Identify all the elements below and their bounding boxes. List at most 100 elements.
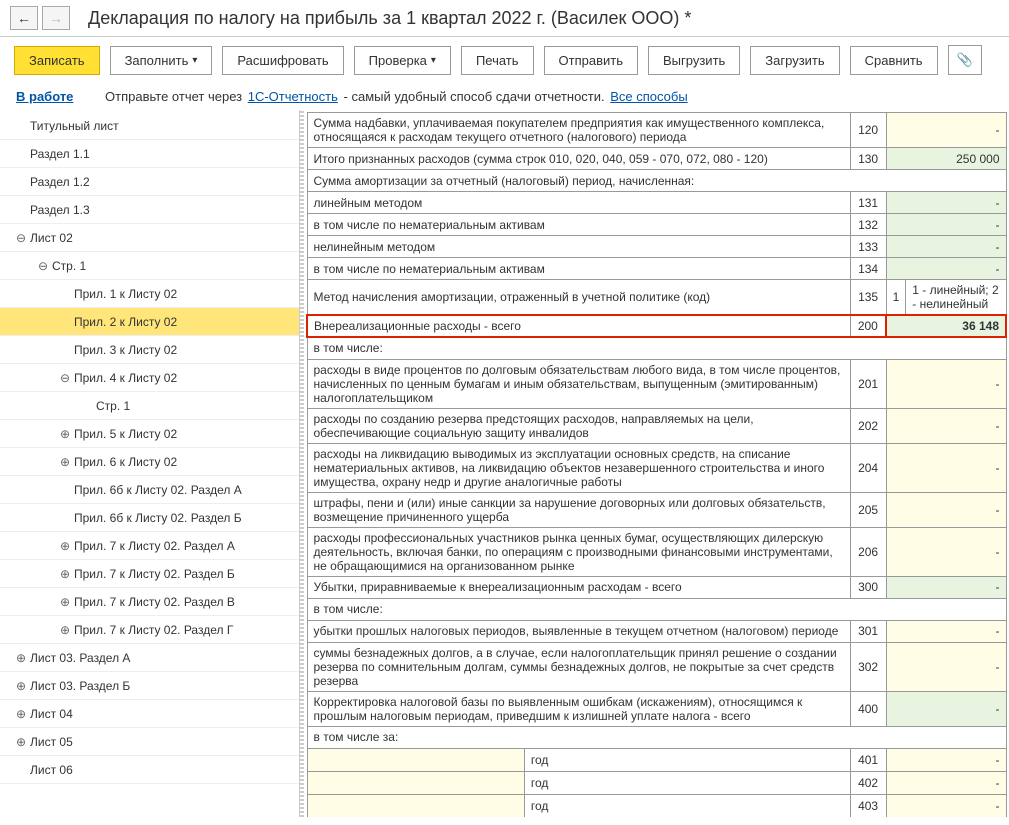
tree-label: Прил. 1 к Листу 02: [74, 287, 177, 301]
tree-item[interactable]: ⊕Лист 05: [0, 728, 299, 756]
oc-link[interactable]: 1С-Отчетность: [248, 89, 338, 104]
row-130-code: 130: [850, 148, 886, 170]
row-403-val[interactable]: -: [886, 794, 1006, 817]
tree-item[interactable]: Раздел 1.1: [0, 140, 299, 168]
row-120-code: 120: [850, 113, 886, 148]
row-130-desc: Итого признанных расходов (сумма строк 0…: [307, 148, 850, 170]
import-button[interactable]: Загрузить: [750, 46, 839, 75]
tree-label: Прил. 2 к Листу 02: [74, 315, 177, 329]
row-301-val[interactable]: -: [886, 620, 1006, 642]
expand-icon[interactable]: ⊕: [14, 707, 28, 721]
expand-icon[interactable]: ⊕: [58, 623, 72, 637]
row-201-val[interactable]: -: [886, 359, 1006, 408]
row-134-desc: в том числе по нематериальным активам: [307, 258, 850, 280]
row-134-val[interactable]: -: [886, 258, 1006, 280]
compare-button[interactable]: Сравнить: [850, 46, 938, 75]
attach-button[interactable]: 📎: [948, 45, 982, 75]
expand-icon[interactable]: ⊕: [58, 539, 72, 553]
tree-item[interactable]: Прил. 3 к Листу 02: [0, 336, 299, 364]
incl2-header: в том числе:: [307, 598, 1006, 620]
tree-item[interactable]: Раздел 1.3: [0, 196, 299, 224]
decode-button[interactable]: Расшифровать: [222, 46, 343, 75]
tree-item[interactable]: Титульный лист: [0, 112, 299, 140]
tree-item[interactable]: ⊕Прил. 5 к Листу 02: [0, 420, 299, 448]
tree-label: Раздел 1.1: [30, 147, 90, 161]
collapse-icon[interactable]: ⊖: [14, 231, 28, 245]
tree-label: Раздел 1.2: [30, 175, 90, 189]
row-135-method[interactable]: 1: [886, 280, 906, 316]
row-401-desc: год: [307, 748, 850, 771]
row-206-val[interactable]: -: [886, 527, 1006, 576]
back-button[interactable]: ←: [10, 6, 38, 30]
tree-item[interactable]: Раздел 1.2: [0, 168, 299, 196]
paperclip-icon: 📎: [957, 52, 973, 68]
tree-label: Раздел 1.3: [30, 203, 90, 217]
tree-item[interactable]: ⊕Прил. 7 к Листу 02. Раздел Г: [0, 616, 299, 644]
tree-item[interactable]: Прил. 2 к Листу 02: [0, 308, 299, 336]
row-401-val[interactable]: -: [886, 748, 1006, 771]
expand-icon[interactable]: ⊕: [14, 651, 28, 665]
tree-item[interactable]: ⊖Стр. 1: [0, 252, 299, 280]
row-402-yearval[interactable]: [308, 772, 525, 794]
row-131-val[interactable]: -: [886, 192, 1006, 214]
tree-item[interactable]: Стр. 1: [0, 392, 299, 420]
row-200-val[interactable]: 36 148: [886, 315, 1006, 337]
expand-icon[interactable]: ⊕: [14, 679, 28, 693]
tree-label: Лист 03. Раздел Б: [30, 679, 130, 693]
row-300-val[interactable]: -: [886, 576, 1006, 598]
tree-item[interactable]: ⊕Лист 04: [0, 700, 299, 728]
row-133-val[interactable]: -: [886, 236, 1006, 258]
row-402-val[interactable]: -: [886, 771, 1006, 794]
tree-item[interactable]: Прил. 6б к Листу 02. Раздел Б: [0, 504, 299, 532]
check-button[interactable]: Проверка▾: [354, 46, 451, 75]
row-204-val[interactable]: -: [886, 443, 1006, 492]
tree-item[interactable]: Прил. 1 к Листу 02: [0, 280, 299, 308]
status-bar: В работе Отправьте отчет через 1С-Отчетн…: [0, 83, 1009, 110]
expand-icon[interactable]: ⊕: [58, 595, 72, 609]
tree-item[interactable]: ⊖Лист 02: [0, 224, 299, 252]
row-132-val[interactable]: -: [886, 214, 1006, 236]
row-401-yearval[interactable]: [308, 749, 525, 771]
collapse-icon[interactable]: ⊖: [58, 371, 72, 385]
row-130-val[interactable]: 250 000: [886, 148, 1006, 170]
tree-label: Прил. 3 к Листу 02: [74, 343, 177, 357]
row-302-val[interactable]: -: [886, 642, 1006, 691]
tree-item[interactable]: ⊕Прил. 7 к Листу 02. Раздел В: [0, 588, 299, 616]
tree-label: Стр. 1: [96, 399, 130, 413]
tree-item[interactable]: ⊕Лист 03. Раздел Б: [0, 672, 299, 700]
row-301-code: 301: [850, 620, 886, 642]
row-403-yearval[interactable]: [308, 795, 525, 817]
row-400-code: 400: [850, 691, 886, 726]
year-label-401: год: [524, 749, 849, 771]
tree-item[interactable]: ⊕Прил. 7 к Листу 02. Раздел А: [0, 532, 299, 560]
row-302-code: 302: [850, 642, 886, 691]
tree-item[interactable]: Лист 06: [0, 756, 299, 784]
tree-item[interactable]: ⊕Прил. 6 к Листу 02: [0, 448, 299, 476]
expand-icon[interactable]: ⊕: [58, 455, 72, 469]
expand-icon[interactable]: ⊕: [14, 735, 28, 749]
collapse-icon[interactable]: ⊖: [36, 259, 50, 273]
forward-button[interactable]: →: [42, 6, 70, 30]
fill-button[interactable]: Заполнить▾: [110, 46, 213, 75]
write-button[interactable]: Записать: [14, 46, 100, 75]
year-label-402: год: [524, 772, 849, 794]
row-400-val[interactable]: -: [886, 691, 1006, 726]
export-button[interactable]: Выгрузить: [648, 46, 740, 75]
row-205-val[interactable]: -: [886, 492, 1006, 527]
all-ways-link[interactable]: Все способы: [610, 89, 687, 104]
send-button[interactable]: Отправить: [544, 46, 638, 75]
tree-item[interactable]: ⊕Лист 03. Раздел А: [0, 644, 299, 672]
tree-item[interactable]: ⊕Прил. 7 к Листу 02. Раздел Б: [0, 560, 299, 588]
row-120-val[interactable]: -: [886, 113, 1006, 148]
print-button[interactable]: Печать: [461, 46, 534, 75]
tree-item[interactable]: Прил. 6б к Листу 02. Раздел А: [0, 476, 299, 504]
status-link[interactable]: В работе: [16, 89, 73, 104]
tree-label: Прил. 5 к Листу 02: [74, 427, 177, 441]
tree-item[interactable]: ⊖Прил. 4 к Листу 02: [0, 364, 299, 392]
expand-icon[interactable]: ⊕: [58, 427, 72, 441]
expand-icon[interactable]: ⊕: [58, 567, 72, 581]
row-202-val[interactable]: -: [886, 408, 1006, 443]
amort-header: Сумма амортизации за отчетный (налоговый…: [307, 170, 1006, 192]
row-201-desc: расходы в виде процентов по долговым обя…: [307, 359, 850, 408]
row-206-desc: расходы профессиональных участников рынк…: [307, 527, 850, 576]
